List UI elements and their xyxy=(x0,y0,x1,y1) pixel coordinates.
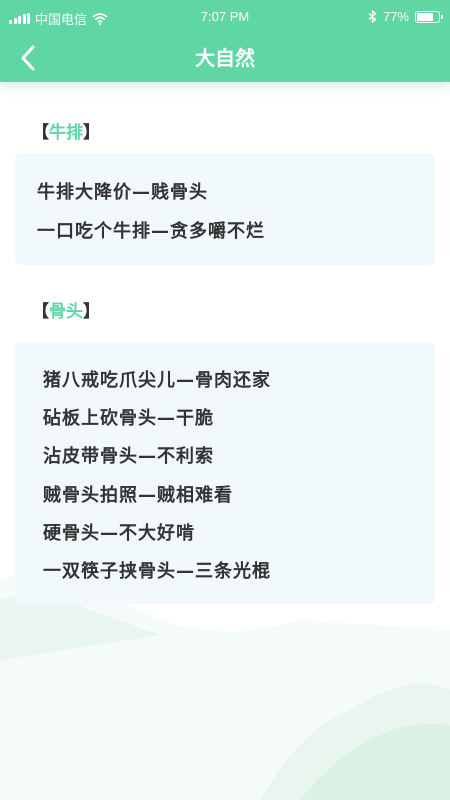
list-item: 牛排大降价—贱骨头 xyxy=(37,182,208,203)
page-title: 大自然 xyxy=(195,46,255,70)
bracket-open: 【 xyxy=(32,302,49,322)
list-item: 一双筷子挟骨头—三条光棍 xyxy=(43,561,271,582)
section-card-bone: 猪八戒吃爪尖儿—骨肉还家 砧板上砍骨头—干脆 沾皮带骨头—不利索 贼骨头拍照—贼… xyxy=(15,342,435,604)
battery-fill xyxy=(417,12,434,21)
section-title-text: 牛排 xyxy=(49,123,83,143)
section-title-bone: 【骨头】 xyxy=(32,297,100,322)
list-item: 猪八戒吃爪尖儿—骨肉还家 xyxy=(43,370,271,391)
bracket-close: 】 xyxy=(83,302,100,322)
battery-percent: 77% xyxy=(382,9,409,24)
list-item: 贼骨头拍照—贼相难看 xyxy=(43,485,233,506)
section-title-steak: 【牛排】 xyxy=(32,118,100,143)
back-button[interactable] xyxy=(10,40,46,76)
list-item: 硬骨头—不大好啃 xyxy=(43,523,195,544)
section-title-text: 骨头 xyxy=(49,302,83,322)
list-item: 沾皮带骨头—不利索 xyxy=(43,446,214,467)
list-item: 砧板上砍骨头—干脆 xyxy=(43,408,214,429)
nav-bar: 大自然 xyxy=(0,34,450,82)
chevron-left-icon xyxy=(21,45,35,71)
status-right: 77% xyxy=(368,9,443,24)
section-card-steak: 牛排大降价—贱骨头 一口吃个牛排—贪多嚼不烂 xyxy=(15,153,435,265)
bluetooth-icon xyxy=(368,10,377,23)
list-item: 一口吃个牛排—贪多嚼不烂 xyxy=(37,221,265,242)
status-bar: 中国电信 7:07 PM 77% xyxy=(0,0,450,34)
bracket-close: 】 xyxy=(83,123,100,143)
battery-icon xyxy=(415,10,443,23)
bracket-open: 【 xyxy=(32,123,49,143)
